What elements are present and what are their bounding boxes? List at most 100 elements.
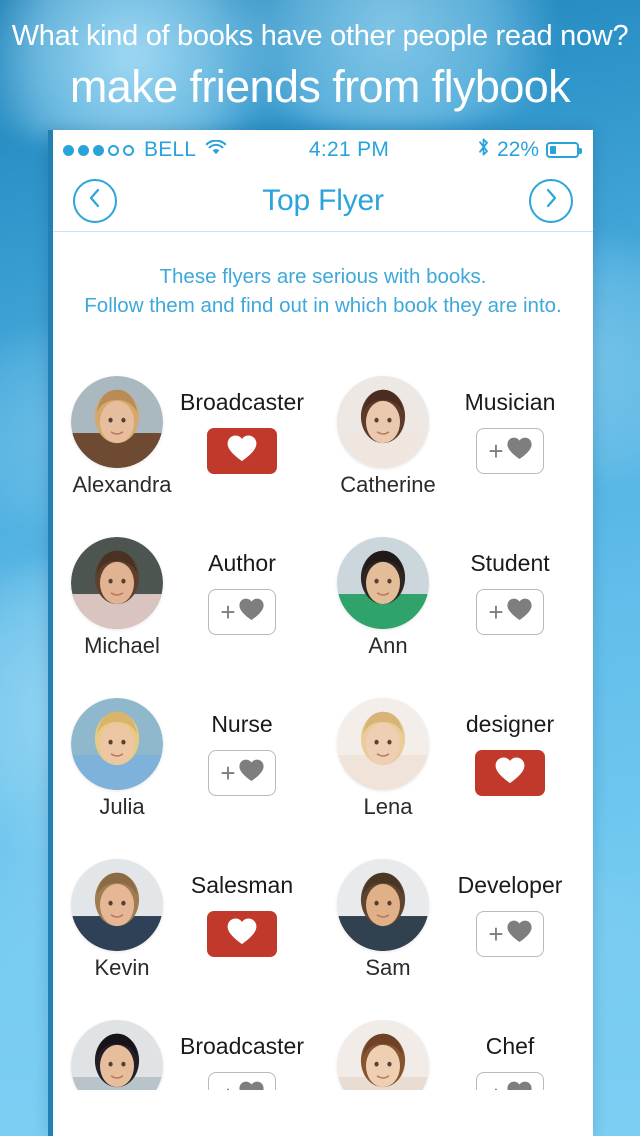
- clock-label: 4:21 PM: [308, 138, 390, 161]
- avatar[interactable]: [337, 537, 429, 629]
- flyer-name: Michael: [84, 633, 160, 658]
- flyer-grid: Alexandra Broadcaster Catherine Musician +: [53, 376, 593, 1090]
- signal-dot: [63, 144, 74, 156]
- follow-button[interactable]: +: [476, 911, 544, 957]
- flyer-avatar-wrap: Alexandra: [71, 376, 172, 497]
- plus-icon: +: [488, 597, 504, 627]
- flyer-info: Author +: [167, 537, 323, 635]
- heart-icon: [495, 757, 525, 789]
- following-button[interactable]: [207, 911, 277, 957]
- signal-dot: [108, 144, 119, 156]
- avatar[interactable]: [71, 1020, 163, 1090]
- flyer-card[interactable]: Michael Author +: [53, 537, 323, 698]
- plus-icon: +: [488, 436, 504, 466]
- avatar[interactable]: [71, 698, 163, 790]
- battery-fill: [550, 146, 556, 154]
- following-button[interactable]: [475, 750, 545, 796]
- forward-button[interactable]: [528, 178, 573, 223]
- flyer-avatar-wrap: Lena: [337, 698, 433, 819]
- flyer-info: Broadcaster +: [167, 1020, 323, 1090]
- flyer-avatar-wrap: [337, 1020, 433, 1090]
- heart-icon: [238, 598, 264, 626]
- flyer-info: Nurse +: [167, 698, 323, 796]
- flyer-card[interactable]: Alexandra Broadcaster: [53, 376, 323, 537]
- signal-strength-icon: [63, 144, 134, 156]
- flyer-name: Ann: [368, 633, 408, 658]
- flyer-name: Kevin: [94, 955, 150, 980]
- signal-dot: [78, 144, 89, 156]
- flyer-card[interactable]: Broadcaster +: [53, 1020, 323, 1090]
- flyer-info: Chef +: [433, 1020, 593, 1090]
- list-description-line-2: Follow them and find out in which book t…: [84, 294, 562, 317]
- plus-icon: +: [488, 1082, 503, 1090]
- plus-icon: +: [488, 919, 504, 949]
- flyer-list-scroll-area[interactable]: These flyers are serious with books. Fol…: [53, 232, 593, 1135]
- flyer-role: Student: [470, 550, 550, 576]
- plus-icon: +: [220, 758, 236, 788]
- flyer-card[interactable]: Ann Student +: [323, 537, 593, 698]
- avatar[interactable]: [337, 1020, 429, 1090]
- follow-button[interactable]: +: [208, 1072, 276, 1090]
- flyer-name: Lena: [363, 794, 413, 819]
- avatar[interactable]: [337, 698, 429, 790]
- avatar[interactable]: [337, 859, 429, 951]
- follow-button[interactable]: +: [208, 750, 276, 796]
- flyer-card[interactable]: Julia Nurse +: [53, 698, 323, 859]
- follow-button[interactable]: +: [208, 589, 276, 635]
- page-title: Top Flyer: [262, 183, 384, 217]
- avatar[interactable]: [337, 376, 429, 468]
- flyer-role: Author: [208, 550, 276, 576]
- plus-icon: +: [220, 1082, 235, 1090]
- status-bar-left: BELL: [63, 138, 227, 162]
- status-bar: BELL 4:21 PM 22%: [53, 130, 593, 170]
- avatar[interactable]: [71, 537, 163, 629]
- flyer-info: Musician +: [433, 376, 593, 474]
- heart-icon: [506, 920, 532, 948]
- phone-screenshot-frame: BELL 4:21 PM 22% Top Flyer These flyers …: [48, 130, 593, 1136]
- flyer-name: Julia: [99, 794, 145, 819]
- status-bar-right: 22%: [477, 137, 582, 163]
- flyer-role: Broadcaster: [179, 389, 304, 415]
- follow-button[interactable]: +: [476, 428, 544, 474]
- follow-button[interactable]: +: [476, 589, 544, 635]
- avatar[interactable]: [71, 376, 163, 468]
- flyer-name: Catherine: [340, 472, 436, 497]
- flyer-card[interactable]: Sam Developer +: [323, 859, 593, 1020]
- flyer-info: Salesman: [167, 859, 323, 957]
- follow-button[interactable]: +: [476, 1072, 544, 1090]
- flyer-avatar-wrap: Sam: [337, 859, 433, 980]
- flyer-avatar-wrap: [71, 1020, 167, 1090]
- flyer-card[interactable]: Chef +: [323, 1020, 593, 1090]
- heart-icon: [506, 1081, 532, 1090]
- flyer-info: Broadcaster: [167, 376, 323, 474]
- avatar[interactable]: [71, 859, 163, 951]
- flyer-avatar-wrap: Ann: [337, 537, 433, 658]
- flyer-role: designer: [465, 711, 555, 737]
- flyer-role: Salesman: [190, 872, 294, 898]
- flyer-avatar-wrap: Julia: [71, 698, 167, 819]
- wifi-icon: [205, 138, 227, 162]
- promo-header: What kind of books have other people rea…: [0, 0, 640, 116]
- flyer-name: Alexandra: [72, 472, 172, 497]
- flyer-info: Developer +: [433, 859, 593, 957]
- list-description-line-1: These flyers are serious with books.: [159, 265, 487, 288]
- flyer-avatar-wrap: Catherine: [337, 376, 436, 497]
- bluetooth-icon: [477, 137, 490, 163]
- carrier-label: BELL: [144, 138, 197, 161]
- flyer-info: Student +: [433, 537, 593, 635]
- promo-tagline: make friends from flybook: [69, 61, 571, 112]
- following-button[interactable]: [207, 428, 277, 474]
- flyer-role: Broadcaster: [179, 1033, 304, 1059]
- flyer-role: Nurse: [211, 711, 273, 737]
- flyer-card[interactable]: Kevin Salesman: [53, 859, 323, 1020]
- battery-percent-label: 22%: [496, 138, 539, 161]
- flyer-role: Chef: [485, 1033, 535, 1059]
- heart-icon: [506, 437, 532, 465]
- flyer-name: Sam: [365, 955, 411, 980]
- back-button[interactable]: [73, 178, 117, 223]
- heart-icon: [227, 918, 257, 950]
- plus-icon: +: [220, 597, 236, 627]
- flyer-card[interactable]: Lena designer: [323, 698, 593, 859]
- list-description: These flyers are serious with books. Fol…: [53, 232, 593, 320]
- flyer-card[interactable]: Catherine Musician +: [323, 376, 593, 537]
